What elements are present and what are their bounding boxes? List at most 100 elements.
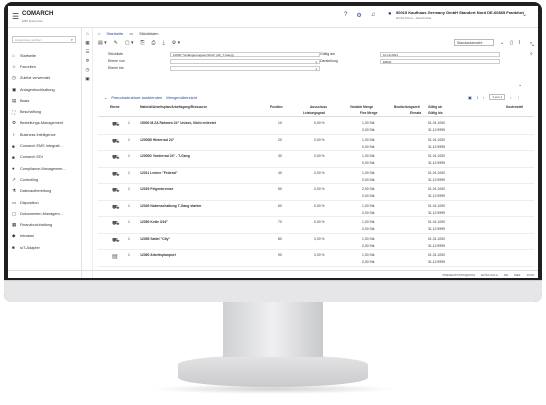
cell-position: 90 <box>278 253 282 257</box>
menu-icon[interactable]: ☰ <box>12 12 19 21</box>
sidebar-item[interactable]: ▤ Basis <box>8 95 82 106</box>
print-icon[interactable]: ⎙ <box>151 40 155 46</box>
table-row[interactable]: ⛟ 1 12000B Hinterrad 24" 20 0,00 % 1,00 Stk 0,… <box>98 135 534 151</box>
save-icon[interactable]: ▤ ▾ <box>98 40 107 46</box>
new-icon[interactable]: ▢ ▾ <box>125 40 134 46</box>
notification-icon[interactable]: ♫ <box>371 12 376 19</box>
expand-icon[interactable]: ⌄ <box>518 82 522 88</box>
home-icon[interactable]: ⌂ <box>83 31 92 40</box>
sidebar-item[interactable]: ■ Comarch EMS Integrati... <box>8 140 82 151</box>
view-select[interactable]: Standardansicht <box>454 39 494 46</box>
user-sub: ECSA-KKLA - Javachristel <box>396 16 432 20</box>
clock-icon[interactable]: ◷ <box>83 67 92 76</box>
col-ebene[interactable]: Ebene <box>110 105 120 109</box>
stueckliste-field[interactable]: 10000 "Verlängerungsset Wind" (AF_T-Gang… <box>170 52 320 57</box>
tab-pseudo[interactable]: Pseudostrukture ausblenden <box>111 95 162 100</box>
toolbar: ▤ ▾ ✎ ▢ ▾ ⎘ ⎙ ⤓ ⚙ ▾ <box>98 40 180 46</box>
table-row[interactable]: ⛟ 1 12055 Sattel "City" 80 0,00 % 1,00 Stk 0,0… <box>98 234 534 250</box>
chevron-down-icon[interactable]: ⌄ <box>500 40 504 46</box>
table-row[interactable]: ⛟ 1 12050 Kette 3/16" 70 0,00 % 1,00 Stk 0,00 … <box>98 217 534 234</box>
sidebar-item[interactable]: ♀ Business Intelligence <box>8 129 82 140</box>
col-ausschuss[interactable]: Ausschuss <box>310 105 327 109</box>
sidebar-item[interactable]: ■ Comarch EDI <box>8 152 82 163</box>
panel-tools: ▣ I ‹ 1 von 1 › ⋮ <box>468 94 520 100</box>
intrastat-icon: ◆ <box>12 233 16 239</box>
col-bearbeitung[interactable]: Bearbeitungszeit <box>394 105 420 109</box>
chevron-down-icon[interactable]: ⌄ <box>522 11 527 18</box>
table-row[interactable]: ⛟ 1 12029 Felgenbremse 50 0,00 % 2,00 Stk 0,00… <box>98 184 534 201</box>
list-icon[interactable]: ☰ <box>83 49 92 58</box>
collapse-icon[interactable]: ⤡ <box>530 42 534 48</box>
table-row[interactable]: ⛟ 1 12040 Nabenschaltung T-Gang starker 60 0… <box>98 201 534 217</box>
calendar-icon[interactable]: ▣ <box>83 76 92 85</box>
col-material[interactable]: Material/Arbeitsplan/Arbeitsgang/Ressour… <box>140 105 207 109</box>
text-icon[interactable]: I <box>477 95 478 100</box>
help-icon[interactable]: ? <box>344 12 347 19</box>
col-leistungsgrad[interactable]: Leistungsgrad <box>303 111 325 115</box>
gueltig-field[interactable]: 10.12.2021 <box>380 52 500 57</box>
more-icon[interactable]: ⋮ <box>516 95 520 100</box>
sidebar-item-label: Compliance-Managemen... <box>20 166 66 171</box>
sidebar-item[interactable]: ◷ Zuletzt verwendet <box>8 73 82 84</box>
cell-material: 12029 Felgenbremse <box>140 187 174 191</box>
cell-ausschuss: 0,00 % <box>314 253 325 257</box>
settings-icon[interactable]: ⚙ <box>356 12 361 19</box>
table-row[interactable]: ▤ 1 12060 Arbeitsplanpsel 90 0,00 % 1,00 Stk 0… <box>98 250 534 267</box>
ebene-bis-field[interactable]: 1 <box>170 66 320 71</box>
search-input[interactable]: Anwendung suchen ⌕ <box>12 36 76 43</box>
ebene-von-field[interactable]: 1 <box>170 59 320 64</box>
pin-icon[interactable]: ✲ <box>83 58 92 67</box>
breadcrumb-home[interactable]: Startseite <box>106 31 123 36</box>
ebene-von-label: Ebene von <box>108 59 125 63</box>
sidebar-item-label: Datenaufbereitung <box>20 189 52 194</box>
grid-icon[interactable]: ▦ <box>83 40 92 49</box>
sidebar-item[interactable]: ▢ Dokumenten-Managem... <box>8 208 82 219</box>
sidebar-item[interactable]: ⌂ Startseite <box>8 50 82 61</box>
sidebar-item[interactable]: ☆ Favoriten <box>8 61 82 72</box>
zoom-icon[interactable]: ⌕ <box>530 51 534 57</box>
darstellung-select[interactable]: ERM2 <box>380 59 500 64</box>
col-gueltig-bis[interactable]: Gültig bis <box>428 111 443 115</box>
sidebar-item[interactable]: ⚗ Datenaufbereitung <box>8 186 82 197</box>
sidebar-nav: ⌂ Startseite ☆ Favoriten ◷ Zuletzt verwendet ▣… <box>8 50 82 253</box>
col-gueltig-ab[interactable]: Gültig ab <box>428 105 442 109</box>
chevron-left-icon[interactable]: ‹ <box>483 95 484 100</box>
text-icon[interactable]: I <box>519 40 520 46</box>
table-row[interactable]: ⛟ 1 12000D Vorderrad 24" - T-Gang 30 0,00 % 1… <box>98 151 534 168</box>
col-position[interactable]: Position <box>270 105 283 109</box>
cell-ausschuss: 0,00 % <box>314 220 325 224</box>
sidebar-item[interactable]: ⚙ Bestellungs-Management <box>8 118 82 129</box>
tools-icon[interactable]: ⚙ ▾ <box>172 40 180 46</box>
disposition-icon: ▭ <box>12 199 17 205</box>
sidebar-item[interactable]: ◆ Intrastat <box>8 231 82 242</box>
sidebar-item[interactable]: ● Compliance-Managemen... <box>8 163 82 174</box>
collapse-panel-icon[interactable]: ⌄ <box>104 95 107 100</box>
sidebar-item[interactable]: ⛶ Beschaffung <box>8 106 82 117</box>
document-icon[interactable]: ▯ <box>510 40 513 46</box>
sidebar-item[interactable]: ▣ Anlagenbuchhaltung <box>8 84 82 95</box>
edit-icon[interactable]: ✎ <box>114 40 118 46</box>
table-row[interactable]: ⛟ 1 15000 M.ZA Rahmen 24" Unisex, Nicht en… <box>98 118 534 135</box>
chevron-right-icon[interactable]: › <box>510 95 511 100</box>
export-icon[interactable]: ⤓ <box>162 40 164 46</box>
table-row[interactable]: ⛟ 1 12011 Lenker "Federal" 40 0,00 % 1,00 Stk… <box>98 168 534 184</box>
filter-icon[interactable]: ▣ <box>468 95 472 100</box>
copy-icon[interactable]: ⎘ <box>140 40 144 46</box>
sidebar-item[interactable]: ▦ Finanzbuchhaltung <box>8 219 82 230</box>
sidebar-item[interactable]: ↗ Controlling <box>8 174 82 185</box>
form-row: Stückliste 10000 "Verlängerungsset Wind"… <box>98 52 518 59</box>
document-icon: ▢ <box>12 210 17 216</box>
col-var-menge[interactable]: Variable Menge <box>350 105 373 109</box>
panel-tabs: ⌄ Pseudostrukture ausblenden Mengenübers… <box>104 95 197 100</box>
search-icon[interactable]: ⌕ <box>71 37 73 42</box>
col-fixe-menge[interactable]: Fixe Menge <box>360 111 377 115</box>
col-einsatz[interactable]: Einsatz <box>410 111 421 115</box>
sidebar-item[interactable]: ■ IoT-Adapter <box>8 242 82 253</box>
col-kostenstelle[interactable]: Kostenstell <box>506 105 523 109</box>
tab-menge[interactable]: Mengenübersicht <box>166 95 197 100</box>
sidebar-item[interactable]: ▭ Disposition <box>8 197 82 208</box>
breadcrumb-home-icon[interactable]: ⌂ <box>98 31 100 36</box>
bom-table-panel: ⌄ Pseudostrukture ausblenden Mengenübers… <box>98 94 534 270</box>
user-icon[interactable]: ● <box>388 11 392 17</box>
pager[interactable]: 1 von 1 <box>489 94 506 100</box>
